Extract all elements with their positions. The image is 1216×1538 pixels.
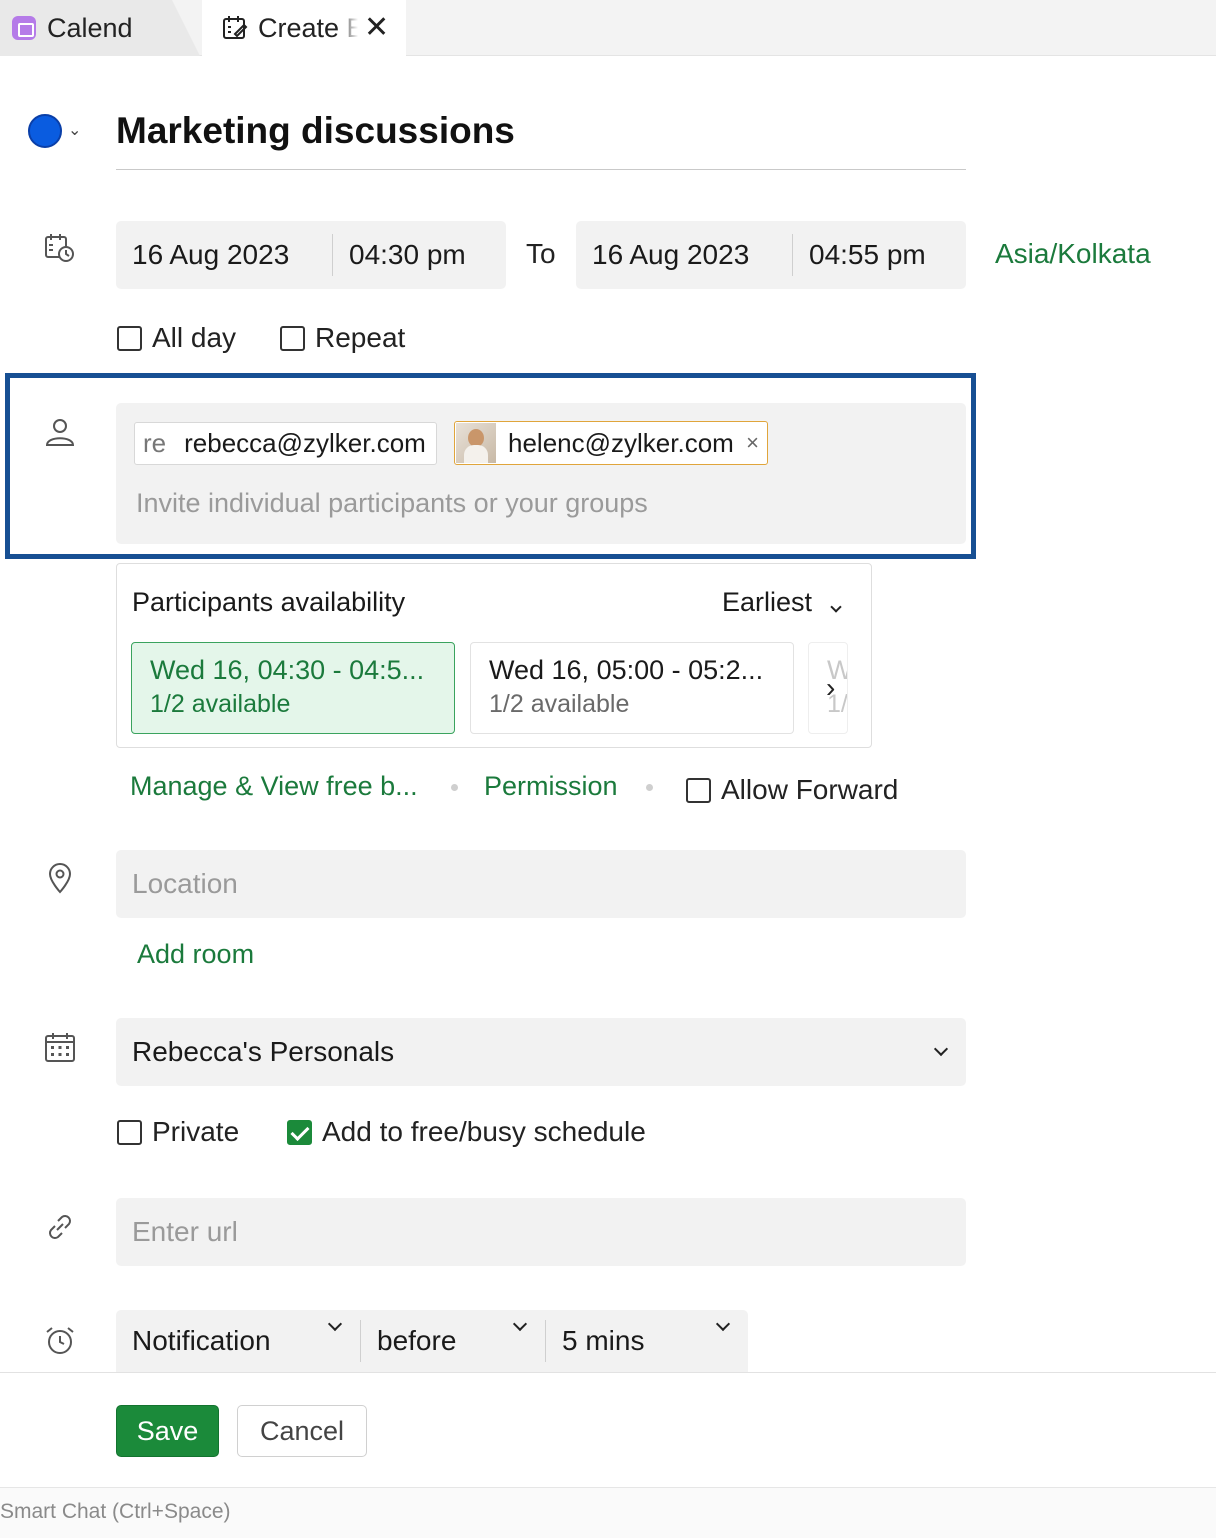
location-placeholder: Location [132,868,238,899]
repeat-label: Repeat [315,322,406,353]
cancel-button[interactable]: Cancel [237,1405,367,1457]
event-color-picker[interactable] [28,114,62,148]
repeat-checkbox[interactable]: Repeat [280,322,405,354]
event-edit-icon [223,16,248,39]
chevron-down-icon [715,1316,731,1332]
reminder-duration-select[interactable]: 5 mins [546,1316,748,1357]
checkbox-box[interactable] [117,1119,142,1145]
chevron-down-icon [829,601,842,613]
sort-label: Earliest [722,587,813,617]
url-placeholder: Enter url [132,1216,238,1247]
calendar-icon [45,1033,75,1062]
participant-email: helenc@zylker.com [508,427,734,458]
remove-participant-icon[interactable]: × [746,430,759,456]
save-button[interactable]: Save [116,1405,219,1457]
freebusy-checkbox[interactable]: Add to free/busy schedule [287,1116,646,1148]
alarm-clock-icon [46,1327,74,1354]
manage-free-busy-link[interactable]: Manage & View free b... [130,771,418,802]
allow-forward-checkbox[interactable]: Allow Forward [686,774,898,806]
participant-initials: re [143,428,167,458]
permission-link[interactable]: Permission [484,771,618,802]
availability-slot[interactable]: Wed 16, 04:30 - 04:5... 1/2 available [131,642,455,734]
footer-divider [0,1372,1216,1373]
all-day-label: All day [152,322,237,353]
start-time-field[interactable]: 04:30 pm [333,239,466,271]
chevron-down-icon[interactable]: ⌄ [68,120,81,140]
reminder-row: Notification before 5 mins [116,1310,748,1372]
smart-chat-input[interactable]: Smart Chat (Ctrl+Space) [0,1500,231,1524]
reminder-when-select[interactable]: before [361,1316,545,1357]
dot-separator [646,784,653,791]
timezone-link[interactable]: Asia/Kolkata [995,238,1151,270]
reminder-type-select[interactable]: Notification [116,1316,360,1357]
all-day-checkbox[interactable]: All day [117,322,236,354]
tab-create-event-label: Create Event [258,12,358,43]
private-checkbox[interactable]: Private [117,1116,239,1148]
avatar [456,423,496,463]
url-input[interactable]: Enter url [116,1198,966,1266]
tab-calendar-label: Calend [47,12,133,43]
dot-separator [451,784,458,791]
slot-time: Wed 16, 05:00 - 05:2... [489,655,764,685]
chevron-down-icon [327,1316,343,1332]
calendar-selected: Rebecca's Personals [132,1036,395,1067]
start-datetime: 16 Aug 2023 04:30 pm [116,221,506,289]
end-datetime: 16 Aug 2023 04:55 pm [576,221,966,289]
tab-create-event[interactable]: Create Event ✕ [202,0,406,56]
event-title-input[interactable]: Marketing discussions [116,106,966,170]
participant-email: rebecca@zylker.com [184,428,426,458]
calendar-select[interactable]: Rebecca's Personals [116,1018,966,1086]
reminder-type-value: Notification [132,1325,271,1356]
chevron-right-icon[interactable]: › [826,672,835,704]
end-time-field[interactable]: 04:55 pm [793,239,926,271]
tab-calendar[interactable]: Calend [0,0,200,56]
participant-chip[interactable]: helenc@zylker.com × [454,421,768,465]
close-tab-icon[interactable]: ✕ [364,13,389,43]
slot-time: Wed 16, 04:30 - 04:5... [150,655,425,685]
location-pin-icon [48,863,72,894]
reminder-duration-value: 5 mins [562,1325,645,1356]
link-icon [49,1215,71,1239]
invite-participants-input[interactable]: Invite individual participants or your g… [136,488,648,519]
slot-status: 1/2 available [489,690,630,718]
availability-title: Participants availability [132,587,406,617]
location-input[interactable]: Location [116,850,966,918]
sort-dropdown[interactable]: Earliest [722,587,842,618]
slot-status: 1/2 available [150,690,291,718]
checkbox-box-checked[interactable] [287,1119,312,1145]
to-label: To [526,238,556,269]
checkbox-box[interactable] [686,777,711,803]
add-room-link[interactable]: Add room [137,939,254,970]
chevron-down-icon [512,1316,528,1332]
private-label: Private [152,1116,240,1147]
calendar-app-icon [12,16,36,40]
calendar-clock-icon [45,234,74,262]
chevron-down-icon [933,1041,949,1057]
availability-slot[interactable]: Wed 16, 05:00 - 05:2... 1/2 available [470,642,794,734]
tab-bar: Calend Create Event ✕ [0,0,1216,56]
user-icon [45,419,75,446]
freebusy-label: Add to free/busy schedule [322,1116,646,1147]
checkbox-box[interactable] [117,325,142,351]
participant-chip[interactable]: re rebecca@zylker.com [134,422,437,465]
allow-forward-label: Allow Forward [721,774,899,805]
end-date-field[interactable]: 16 Aug 2023 [576,239,792,271]
reminder-when-value: before [377,1325,457,1356]
start-date-field[interactable]: 16 Aug 2023 [116,239,332,271]
checkbox-box[interactable] [280,325,305,351]
